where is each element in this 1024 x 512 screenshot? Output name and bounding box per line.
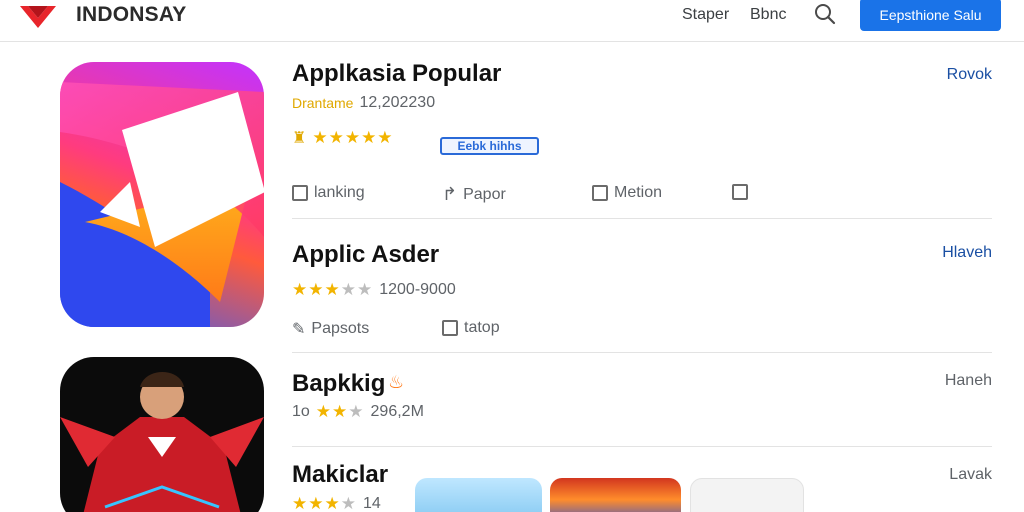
feature-label: Papsots xyxy=(311,320,370,337)
square-icon xyxy=(442,320,458,336)
feature-papor[interactable]: ↱ Papor xyxy=(442,184,506,205)
app-meta-1: Drantame 12,202230 xyxy=(292,94,435,112)
app-badge-1: Eebk hihhs xyxy=(440,137,539,155)
app-title-2[interactable]: Applic Asder xyxy=(292,241,439,269)
feature-label: Metion xyxy=(614,184,663,201)
top-header: INDONSAY Staper Bbnc Eepsthione Salu xyxy=(0,0,1024,42)
app-action-1[interactable]: Rovok xyxy=(947,66,992,84)
app-action-4[interactable]: Lavak xyxy=(949,466,992,484)
rating-1: ♜ ★★★★★ xyxy=(292,128,394,148)
app-action-3[interactable]: Haneh xyxy=(945,372,992,390)
trophy-icon: ♜ xyxy=(292,130,307,147)
feature-label: tatop xyxy=(464,319,500,336)
app-title-4[interactable]: Makiclar xyxy=(292,461,388,489)
meta-value: 12,202230 xyxy=(359,94,436,111)
divider xyxy=(292,352,992,353)
play-flag-icon xyxy=(60,82,264,327)
stars: ★★★★ xyxy=(292,494,357,512)
rating-2: ★★★★★ 1200-9000 xyxy=(292,280,456,300)
fire-icon: ♨ xyxy=(388,372,405,392)
nav-link-1[interactable]: Staper xyxy=(682,6,729,24)
grid-icon xyxy=(732,184,748,200)
stars: ★★★★★ xyxy=(312,128,394,147)
app-title-3[interactable]: Bapkkig xyxy=(292,370,385,398)
app-icon-popular[interactable] xyxy=(60,62,264,327)
meta-prefix: Drantame xyxy=(292,95,354,111)
nav-link-2[interactable]: Bbnc xyxy=(750,6,786,24)
app-title-1[interactable]: Applkasia Popular xyxy=(292,60,501,88)
divider xyxy=(292,218,992,219)
feature-papsots[interactable]: ✎ Papsots xyxy=(292,319,369,339)
meta-value: 1200-9000 xyxy=(379,281,456,298)
meta-value: 14 xyxy=(362,495,381,512)
screenshot-thumb-2[interactable] xyxy=(550,478,681,512)
feature-tatop[interactable]: tatop xyxy=(442,319,500,337)
feature-more[interactable] xyxy=(732,184,748,200)
meta-prefix: 1o xyxy=(292,403,310,420)
meta-value: 296,2M xyxy=(370,403,424,420)
ranking-icon xyxy=(292,185,308,201)
screenshot-thumb-3[interactable] xyxy=(690,478,804,512)
stars: ★★★ xyxy=(315,402,365,421)
feature-ranking[interactable]: lanking xyxy=(292,184,365,202)
feature-label: Papor xyxy=(463,185,506,203)
superhero-icon xyxy=(60,372,264,512)
rating-4: ★★★★ 14 xyxy=(292,494,381,512)
app-icon-superhero[interactable] xyxy=(60,357,264,512)
bookmark-icon xyxy=(592,185,608,201)
rating-3: 1o ★★★ 296,2M xyxy=(292,402,424,422)
divider xyxy=(292,446,992,447)
feature-metion[interactable]: Metion xyxy=(592,184,662,202)
red-diamond-logo-icon[interactable] xyxy=(18,2,58,30)
search-icon[interactable] xyxy=(814,3,836,25)
stars: ★★★★★ xyxy=(292,280,374,299)
tag-icon: ✎ xyxy=(292,321,306,338)
share-icon: ↱ xyxy=(442,184,458,204)
brand-name[interactable]: INDONSAY xyxy=(76,3,187,27)
feature-label: lanking xyxy=(314,184,365,201)
app-action-2[interactable]: Hlaveh xyxy=(942,244,992,262)
screenshot-thumb-1[interactable] xyxy=(415,478,542,512)
cta-button[interactable]: Eepsthione Salu xyxy=(860,0,1001,31)
